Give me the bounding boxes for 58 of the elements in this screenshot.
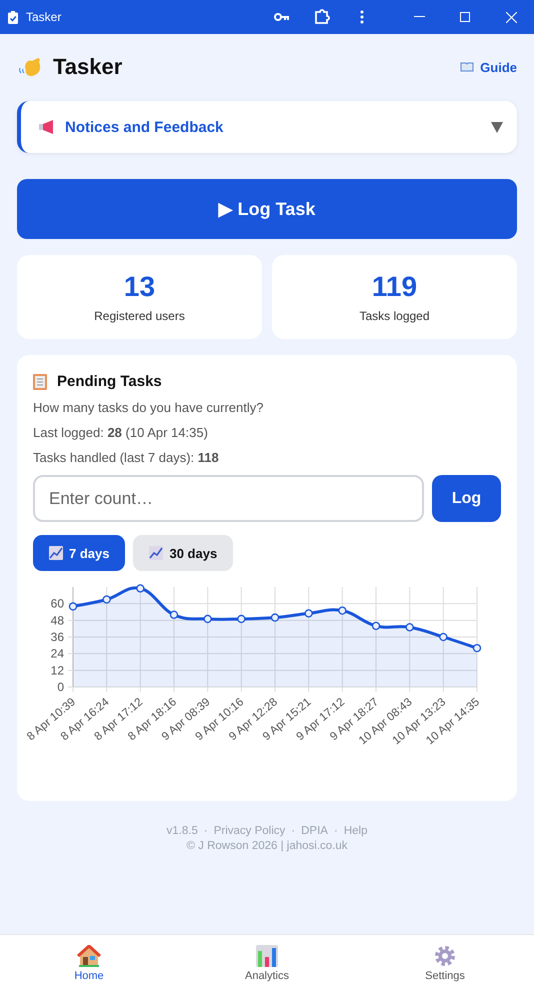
nav-item[interactable]: Analytics bbox=[178, 935, 356, 992]
tasks-handled-text: Tasks handled (last 7 days): 118 bbox=[33, 450, 220, 465]
data-point bbox=[372, 622, 380, 630]
data-point bbox=[204, 614, 212, 624]
question-text: How many tasks do you have currently? bbox=[33, 400, 264, 415]
gear-icon bbox=[434, 945, 456, 967]
puzzle-icon[interactable] bbox=[314, 9, 330, 25]
data-point bbox=[472, 644, 482, 652]
axis-label: 48 bbox=[50, 613, 64, 628]
data-point bbox=[237, 614, 246, 624]
stat-label: Tasks logged bbox=[359, 309, 430, 323]
house-icon bbox=[77, 945, 101, 967]
data-point bbox=[406, 623, 414, 632]
stat-value: 13 bbox=[124, 271, 156, 303]
count-input[interactable]: Enter count… bbox=[33, 475, 424, 522]
clipboard-icon bbox=[33, 373, 47, 390]
version-text: v1.8.5 bbox=[166, 825, 198, 837]
axis-label: 12 bbox=[50, 663, 64, 678]
log-button[interactable]: Log bbox=[432, 475, 501, 522]
last-logged-text: Last logged: 28 (10 Apr 14:35) bbox=[33, 425, 209, 440]
axis-label: 0 bbox=[57, 680, 64, 694]
copyright-text: © J Rowson 2026 | jahosi.co.uk bbox=[186, 840, 348, 852]
axis-label: 60 bbox=[50, 596, 64, 611]
log-task-button[interactable]: ▶ Log Task bbox=[17, 179, 517, 239]
nav-item[interactable]: Home bbox=[0, 935, 178, 992]
clipboard-icon bbox=[8, 10, 18, 24]
range-tab[interactable]: 30 days bbox=[133, 535, 234, 571]
maximize-icon[interactable] bbox=[460, 12, 470, 22]
data-point bbox=[439, 632, 448, 642]
axis-label: 24 bbox=[50, 646, 64, 661]
data-point bbox=[68, 602, 78, 611]
data-point bbox=[338, 606, 346, 615]
axis-label: 36 bbox=[50, 630, 64, 644]
data-point bbox=[270, 613, 280, 622]
data-point bbox=[170, 610, 178, 619]
data-point bbox=[304, 609, 313, 618]
range-tab[interactable]: 7 days bbox=[33, 535, 126, 571]
data-point bbox=[136, 584, 144, 593]
chart-icon bbox=[149, 546, 164, 560]
card-title: Pending Tasks bbox=[57, 373, 162, 390]
stat-value: 119 bbox=[372, 271, 418, 303]
nav-item[interactable]: Settings bbox=[356, 935, 534, 992]
bar-chart-icon bbox=[256, 945, 278, 967]
chart-icon bbox=[49, 546, 63, 560]
more-icon[interactable] bbox=[360, 10, 364, 24]
window-title: Tasker bbox=[26, 10, 62, 24]
close-icon[interactable] bbox=[506, 12, 516, 22]
minimize-icon[interactable] bbox=[414, 16, 424, 18]
separator: · bbox=[291, 825, 296, 837]
guide-link[interactable]: Guide bbox=[460, 60, 517, 74]
data-point bbox=[102, 595, 111, 604]
separator: · bbox=[334, 825, 338, 837]
app-title: Tasker bbox=[53, 54, 124, 80]
notices-title: Notices and Feedback bbox=[65, 118, 224, 136]
key-icon[interactable] bbox=[274, 12, 290, 22]
notices-panel[interactable]: Notices and Feedback bbox=[17, 101, 517, 153]
separator: · bbox=[204, 825, 208, 837]
stat-label: Registered users bbox=[94, 309, 185, 323]
